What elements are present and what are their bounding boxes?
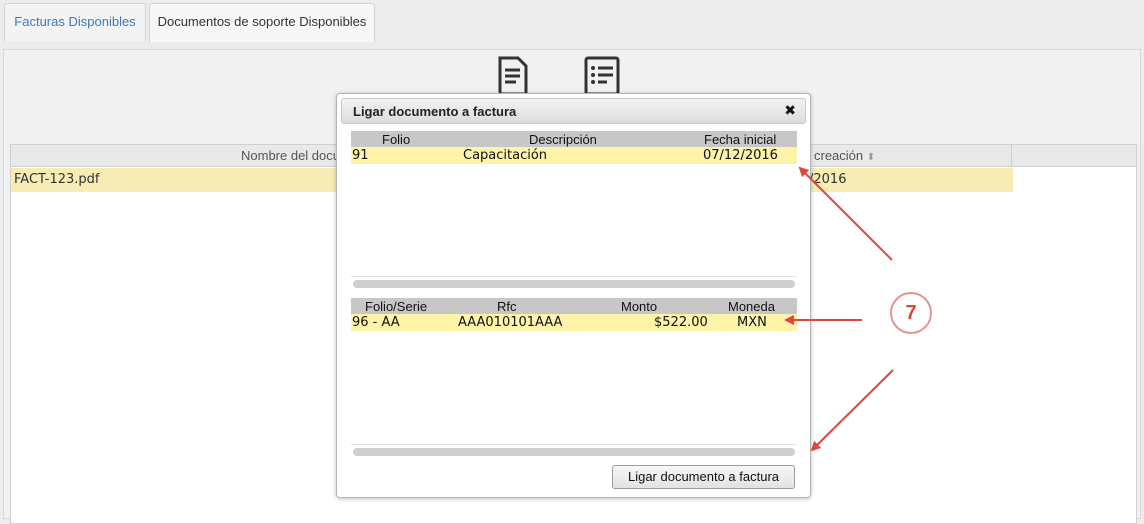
link-document-dialog: Ligar documento a factura ✖ Folio Descri… [336, 93, 811, 498]
column-header-name[interactable]: Nombre del docu [241, 148, 340, 163]
column-header-rfc[interactable]: Rfc [497, 299, 517, 314]
tab-bar: Facturas Disponibles Documentos de sopor… [0, 0, 1144, 46]
divider [351, 276, 797, 277]
edit-document-icon[interactable] [496, 56, 532, 96]
row-filename: FACT-123.pdf [14, 172, 100, 187]
cell-folio-serie: 96 - AA [352, 315, 400, 330]
table-row[interactable]: 91 Capacitación 07/12/2016 [351, 147, 797, 164]
table-row[interactable]: 96 - AA AAA010101AAA $522.00 MXN [351, 314, 797, 331]
column-header-folio-serie[interactable]: Folio/Serie [365, 299, 427, 314]
cell-folio: 91 [352, 148, 369, 163]
invoices-subgrid: Folio/Serie Rfc Monto Moneda 96 - AA AAA… [351, 298, 797, 468]
divider [351, 444, 797, 445]
sort-icon: ⬍ [866, 152, 876, 163]
documents-subgrid-header: Folio Descripción Fecha inicial [351, 131, 797, 147]
cell-rfc: AAA010101AAA [458, 315, 563, 330]
cell-descripcion: Capacitación [463, 148, 548, 163]
close-icon[interactable]: ✖ [784, 102, 796, 119]
step-number-badge: 7 [890, 292, 932, 334]
documents-subgrid: Folio Descripción Fecha inicial 91 Capac… [351, 131, 797, 301]
link-document-button[interactable]: Ligar documento a factura [612, 465, 795, 489]
column-header-descripcion[interactable]: Descripción [529, 132, 597, 147]
cell-fecha: 07/12/2016 [703, 148, 778, 163]
column-header-folio[interactable]: Folio [382, 132, 410, 147]
column-header-monto[interactable]: Monto [621, 299, 657, 314]
invoices-subgrid-header: Folio/Serie Rfc Monto Moneda [351, 298, 797, 314]
column-header-moneda[interactable]: Moneda [728, 299, 775, 314]
tab-documentos-soporte[interactable]: Documentos de soporte Disponibles [149, 3, 375, 42]
dialog-titlebar[interactable]: Ligar documento a factura ✖ [341, 98, 806, 124]
horizontal-scrollbar[interactable] [353, 448, 795, 456]
column-divider [1011, 145, 1012, 167]
column-header-date[interactable]: creación ⬍ [814, 148, 875, 163]
cell-monto: $522.00 [654, 315, 708, 330]
horizontal-scrollbar[interactable] [353, 280, 795, 288]
remove-list-icon[interactable] [583, 56, 623, 96]
column-header-fecha[interactable]: Fecha inicial [704, 132, 776, 147]
tab-facturas-disponibles[interactable]: Facturas Disponibles [4, 3, 146, 41]
dialog-title: Ligar documento a factura [353, 104, 517, 119]
row-date: /2016 [809, 172, 847, 187]
cell-moneda: MXN [737, 315, 767, 330]
